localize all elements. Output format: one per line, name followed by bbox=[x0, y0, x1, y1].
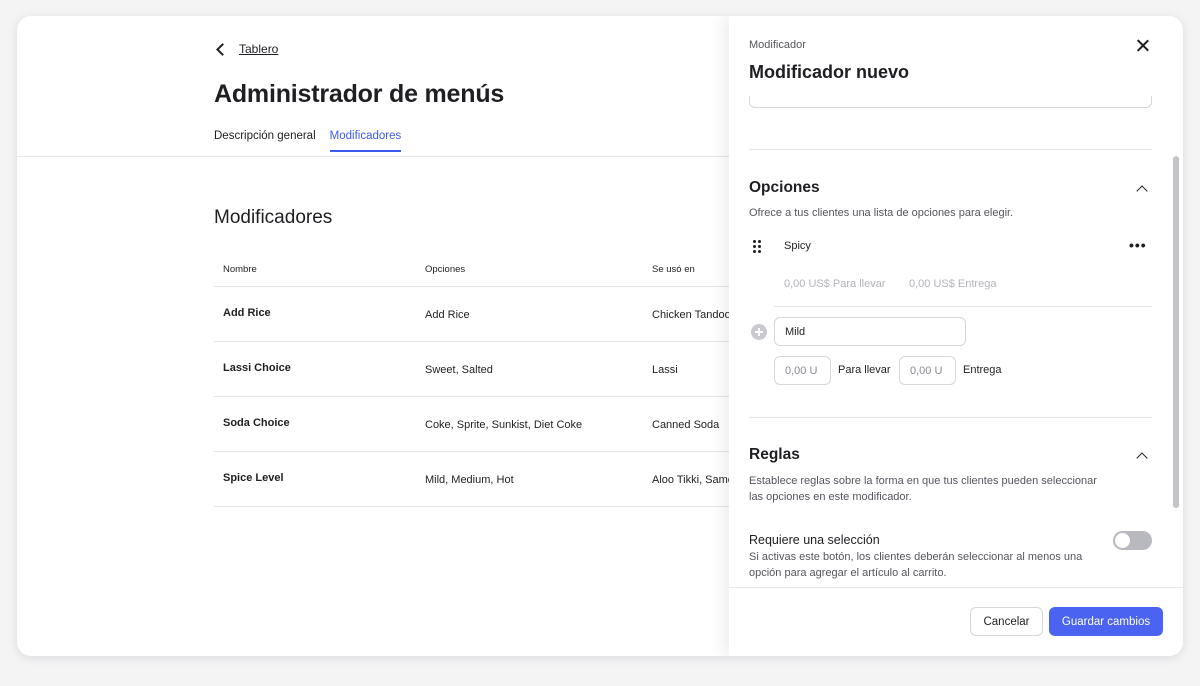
option-name-input[interactable]: Mild bbox=[774, 317, 966, 346]
table-row[interactable]: Soda Choice Coke, Sprite, Sunkist, Diet … bbox=[214, 397, 734, 452]
options-section-title: Opciones bbox=[749, 179, 820, 196]
options-description: Ofrece a tus clientes una lista de opcio… bbox=[749, 207, 1014, 219]
page-title: Administrador de menús bbox=[214, 80, 505, 108]
require-selection-toggle[interactable] bbox=[1113, 531, 1152, 550]
drag-handle-icon[interactable] bbox=[753, 240, 763, 254]
column-header-used-in[interactable]: Se usó en bbox=[642, 264, 734, 275]
back-link-label: Tablero bbox=[239, 42, 279, 56]
divider bbox=[749, 417, 1152, 418]
save-changes-button[interactable]: Guardar cambios bbox=[1049, 607, 1163, 636]
rules-description-line2: las opciones en este modificador. bbox=[749, 491, 912, 503]
cell-used-in: Lassi bbox=[652, 364, 678, 376]
name-input-partial[interactable] bbox=[749, 96, 1152, 108]
pickup-price-label: Para llevar bbox=[838, 364, 891, 376]
cell-options: Coke, Sprite, Sunkist, Diet Coke bbox=[425, 419, 583, 431]
column-header-options[interactable]: Opciones bbox=[415, 264, 642, 275]
table-row[interactable]: Lassi Choice Sweet, Salted Lassi bbox=[214, 342, 734, 397]
toggle-knob bbox=[1115, 533, 1130, 548]
chevron-up-icon[interactable] bbox=[1136, 185, 1148, 197]
more-options-icon[interactable]: ••• bbox=[1129, 238, 1147, 252]
delivery-price-input[interactable]: 0,00 U bbox=[899, 356, 956, 385]
table-header: Nombre Opciones Se usó en bbox=[214, 252, 734, 287]
table-row[interactable]: Add Rice Add Rice Chicken Tandoori bbox=[214, 287, 734, 342]
option-pickup-price: 0,00 US$ Para llevar bbox=[784, 278, 886, 290]
cell-name: Soda Choice bbox=[223, 417, 290, 429]
cell-name: Add Rice bbox=[223, 307, 271, 319]
table-row[interactable]: Spice Level Mild, Medium, Hot Aloo Tikki… bbox=[214, 452, 734, 507]
main-content: Tablero Administrador de menús Descripci… bbox=[17, 16, 734, 656]
tab-bar: Descripción general Modificadores bbox=[214, 130, 402, 152]
panel-scrollbar[interactable] bbox=[1173, 156, 1179, 508]
rules-description-line1: Establece reglas sobre la forma en que t… bbox=[749, 475, 1097, 487]
cell-name: Lassi Choice bbox=[223, 362, 291, 374]
app-window: Tablero Administrador de menús Descripci… bbox=[17, 16, 1183, 656]
require-selection-label: Requiere una selección bbox=[749, 533, 880, 547]
modifiers-table: Nombre Opciones Se usó en Add Rice Add R… bbox=[214, 252, 734, 507]
panel-subtitle: Modificador bbox=[749, 39, 806, 51]
column-header-name[interactable]: Nombre bbox=[214, 264, 415, 275]
cell-used-in: Aloo Tikki, Samosa bbox=[652, 474, 734, 486]
section-title: Modificadores bbox=[214, 207, 333, 228]
cell-used-in: Chicken Tandoori bbox=[652, 309, 734, 321]
panel-footer: Cancelar Guardar cambios bbox=[729, 587, 1183, 656]
option-delivery-price: 0,00 US$ Entrega bbox=[909, 278, 997, 290]
tab-divider bbox=[17, 156, 730, 157]
rules-section-title: Reglas bbox=[749, 446, 800, 463]
close-icon[interactable] bbox=[1134, 37, 1152, 55]
modifier-side-panel: Modificador Modificador nuevo Opciones O… bbox=[729, 16, 1183, 656]
add-option-icon[interactable] bbox=[751, 324, 767, 340]
divider bbox=[749, 149, 1152, 150]
option-name-spicy: Spicy bbox=[784, 240, 811, 252]
cell-used-in: Canned Soda bbox=[652, 419, 720, 431]
chevron-up-icon[interactable] bbox=[1136, 452, 1148, 464]
delivery-price-label: Entrega bbox=[963, 364, 1002, 376]
pickup-price-input[interactable]: 0,00 U bbox=[774, 356, 831, 385]
cell-name: Spice Level bbox=[223, 472, 284, 484]
tab-modifiers[interactable]: Modificadores bbox=[329, 130, 402, 152]
cell-options: Add Rice bbox=[425, 309, 470, 321]
require-selection-help-line2: opción para agregar el artículo al carri… bbox=[749, 567, 947, 579]
divider bbox=[774, 306, 1152, 307]
tab-overview[interactable]: Descripción general bbox=[214, 130, 316, 152]
require-selection-help-line1: Si activas este botón, los clientes debe… bbox=[749, 551, 1083, 563]
cell-options: Sweet, Salted bbox=[425, 364, 493, 376]
panel-scroll-area[interactable]: Opciones Ofrece a tus clientes una lista… bbox=[729, 96, 1183, 586]
chevron-left-icon bbox=[216, 42, 229, 56]
panel-title: Modificador nuevo bbox=[749, 62, 910, 82]
cancel-button[interactable]: Cancelar bbox=[970, 607, 1043, 636]
cell-options: Mild, Medium, Hot bbox=[425, 474, 514, 486]
back-link[interactable]: Tablero bbox=[214, 42, 278, 56]
